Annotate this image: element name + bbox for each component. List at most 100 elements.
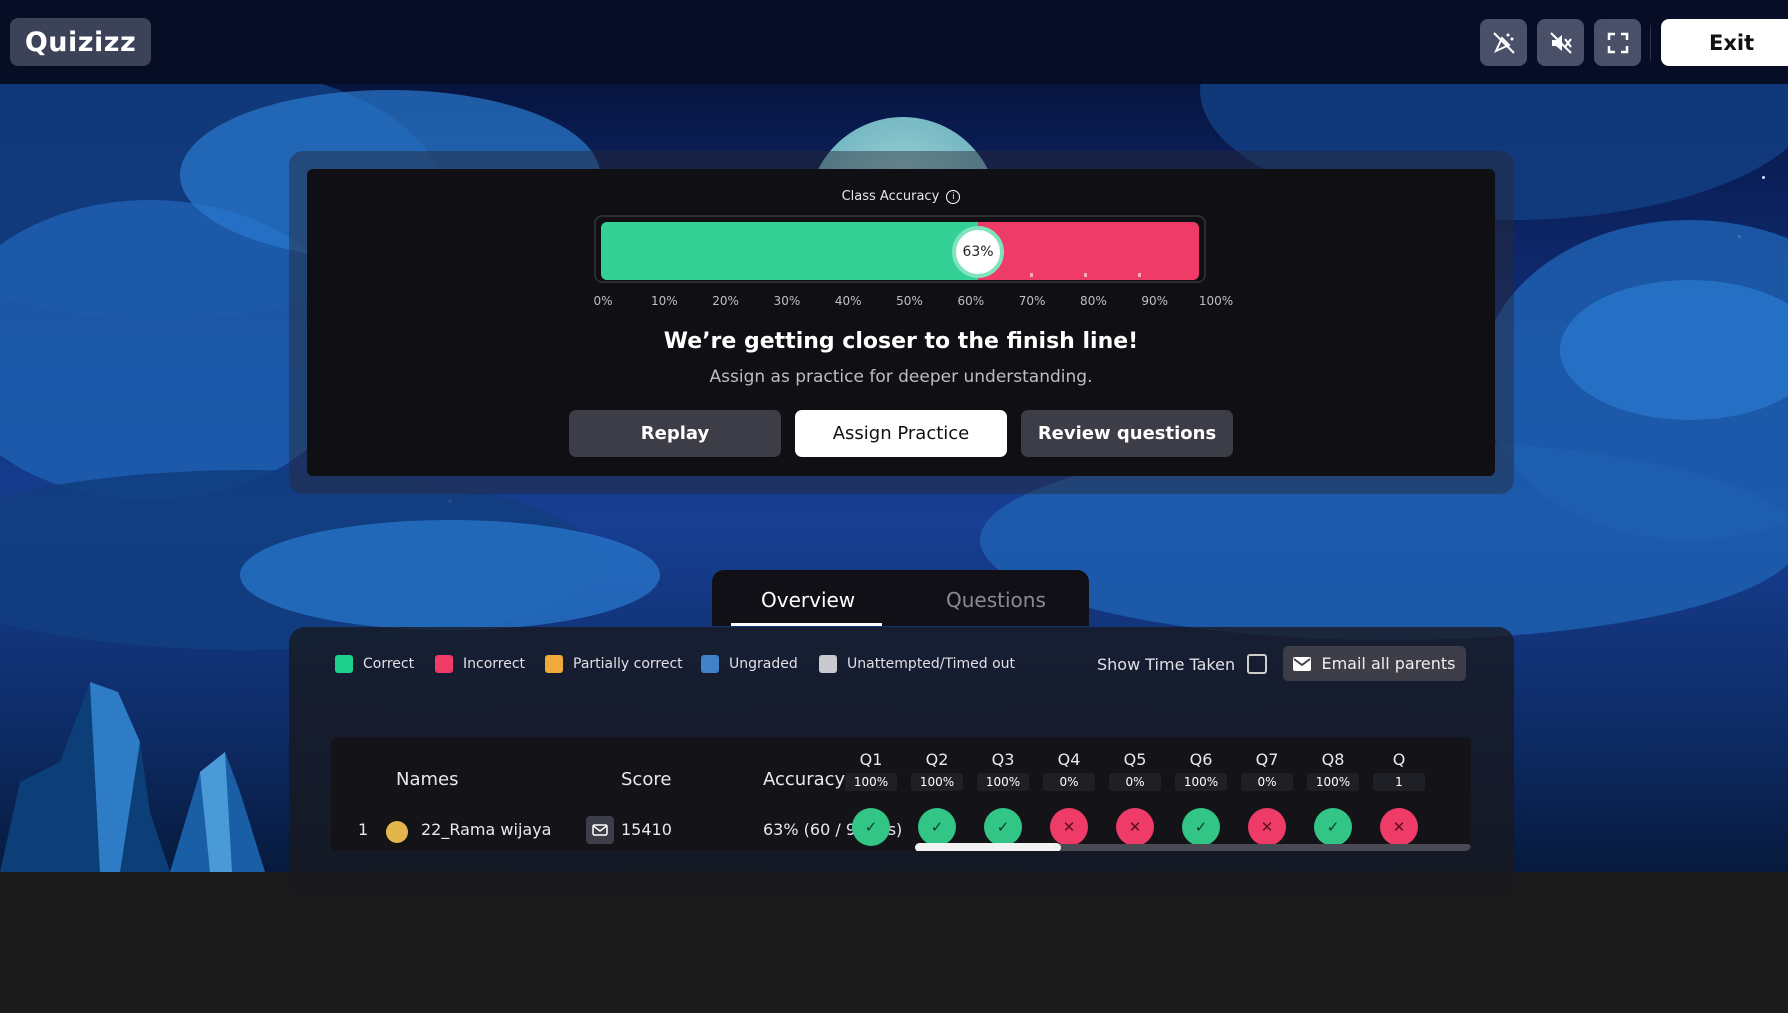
incorrect-answer-icon[interactable]: ✕	[1116, 808, 1154, 846]
correct-answer-icon[interactable]: ✓	[984, 808, 1022, 846]
question-label: Q7	[1255, 750, 1279, 769]
fullscreen-icon	[1607, 32, 1628, 53]
show-time-taken-label: Show Time Taken	[1097, 654, 1236, 674]
question-accuracy: 100%	[911, 773, 963, 791]
scale-tick-label: 20%	[712, 294, 739, 308]
sound-muted-icon	[1549, 31, 1572, 54]
incorrect-answer-icon[interactable]: ✕	[1050, 808, 1088, 846]
assign-practice-button[interactable]: Assign Practice	[795, 410, 1007, 457]
tab-overview[interactable]: Overview	[761, 588, 855, 612]
header-score[interactable]: Score	[621, 769, 671, 790]
scale-tick-label: 50%	[896, 294, 923, 308]
legend-label: Incorrect	[463, 656, 526, 672]
toolbar-divider	[1650, 25, 1651, 61]
mute-button[interactable]	[1537, 19, 1584, 66]
legend-label: Ungraded	[729, 656, 798, 672]
email-parent-button[interactable]	[586, 816, 614, 844]
question-label: Q2	[925, 750, 949, 769]
bar-tick-70	[1030, 273, 1033, 277]
question-header-5[interactable]: Q5 0%	[1109, 750, 1161, 791]
info-icon[interactable]: i	[946, 189, 961, 204]
question-header-8[interactable]: Q8 100%	[1307, 750, 1359, 791]
exit-button[interactable]: Exit	[1661, 19, 1788, 66]
report-panel: Correct Incorrect Partially correct Ungr…	[289, 627, 1514, 897]
legend-label: Partially correct	[573, 656, 683, 672]
header-accuracy-label: Accuracy	[763, 769, 846, 790]
question-accuracy: 0%	[1043, 773, 1095, 791]
question-accuracy: 1	[1373, 773, 1425, 791]
question-header-1[interactable]: Q1 100%	[845, 750, 897, 791]
accuracy-value-marker: 63%	[952, 226, 1004, 278]
celebration-off-button[interactable]	[1480, 19, 1527, 66]
result-subline: Assign as practice for deeper understand…	[709, 367, 1093, 387]
question-header-3[interactable]: Q3 100%	[977, 750, 1029, 791]
ice-rock-decoration	[0, 682, 265, 872]
legend-swatch-unattempted	[819, 655, 837, 673]
avatar	[386, 821, 408, 843]
bar-tick-80	[1084, 273, 1087, 277]
top-bar: Quizizz Exit	[0, 0, 1788, 84]
incorrect-answer-icon[interactable]: ✕	[1380, 808, 1418, 846]
correct-answer-icon[interactable]: ✓	[1182, 808, 1220, 846]
question-header-4[interactable]: Q4 0%	[1043, 750, 1095, 791]
question-header-6[interactable]: Q6 100%	[1175, 750, 1227, 791]
legend-correct: Correct	[335, 655, 414, 673]
accuracy-incorrect-fill	[978, 222, 1199, 280]
fullscreen-button[interactable]	[1594, 19, 1641, 66]
show-time-taken-checkbox[interactable]	[1247, 654, 1268, 674]
question-header-7[interactable]: Q7 0%	[1241, 750, 1293, 791]
report-tabs: Overview Questions	[712, 570, 1089, 626]
scale-tick-label: 90%	[1141, 294, 1169, 308]
header-names[interactable]: Names	[396, 769, 458, 790]
scale-tick-label: 0%	[593, 294, 613, 308]
question-accuracy: 0%	[1241, 773, 1293, 791]
mail-icon	[592, 824, 608, 836]
scale-tick-label: 60%	[957, 294, 985, 308]
class-accuracy-title: Class Accuracy i	[307, 189, 1495, 204]
correct-answer-icon[interactable]: ✓	[852, 808, 890, 846]
question-label: Q5	[1123, 750, 1147, 769]
legend-partially-correct: Partially correct	[545, 655, 683, 673]
horizontal-scrollbar-thumb[interactable]	[915, 843, 1061, 851]
question-accuracy: 100%	[845, 773, 897, 791]
scale-tick-label: 80%	[1080, 294, 1107, 308]
accuracy-scale: 0% 10% 20% 30% 40% 50% 60% 70% 80% 90% 100%	[307, 294, 1495, 310]
student-name[interactable]: 22_Rama wijaya	[421, 820, 551, 839]
question-label: Q8	[1321, 750, 1345, 769]
review-questions-button[interactable]: Review questions	[1021, 410, 1233, 457]
scale-tick-label: 30%	[773, 294, 801, 308]
question-label: Q1	[859, 750, 883, 769]
legend-label: Unattempted/Timed out	[847, 656, 1016, 672]
scale-tick-label: 100%	[1198, 294, 1234, 308]
tab-questions[interactable]: Questions	[946, 588, 1046, 612]
legend-unattempted: Unattempted/Timed out	[819, 655, 1015, 673]
results-table: Names Score Accuracy i Q1100%Q2100%Q3100…	[331, 737, 1471, 851]
question-header-2[interactable]: Q2 100%	[911, 750, 963, 791]
scale-tick-label: 40%	[834, 294, 862, 308]
question-label: Q3	[991, 750, 1015, 769]
active-tab-indicator	[731, 623, 882, 626]
question-accuracy: 100%	[1307, 773, 1359, 791]
email-all-parents-button[interactable]: Email all parents	[1283, 646, 1466, 681]
mail-icon	[1293, 656, 1312, 671]
legend-swatch-partial	[545, 655, 563, 673]
scale-tick-label: 70%	[1018, 294, 1046, 308]
question-label: Q4	[1057, 750, 1081, 769]
correct-answer-icon[interactable]: ✓	[918, 808, 956, 846]
row-rank: 1	[358, 820, 369, 839]
question-header-9[interactable]: Q1	[1373, 750, 1425, 791]
quizizz-logo[interactable]: Quizizz	[10, 18, 151, 66]
legend-incorrect: Incorrect	[435, 655, 525, 673]
show-time-taken[interactable]: Show Time Taken	[1097, 654, 1268, 674]
summary-panel: Class Accuracy i 63% 0% 10% 20% 30% 40% 50% 60…	[307, 169, 1495, 476]
scale-tick-label: 10%	[650, 294, 678, 308]
replay-button[interactable]: Replay	[569, 410, 781, 457]
class-accuracy-label: Class Accuracy	[841, 189, 940, 204]
legend-swatch-ungraded	[701, 655, 719, 673]
celebration-off-icon	[1492, 31, 1515, 54]
question-label: Q	[1392, 750, 1406, 769]
correct-answer-icon[interactable]: ✓	[1314, 808, 1352, 846]
question-accuracy: 0%	[1109, 773, 1161, 791]
legend-ungraded: Ungraded	[701, 655, 798, 673]
incorrect-answer-icon[interactable]: ✕	[1248, 808, 1286, 846]
